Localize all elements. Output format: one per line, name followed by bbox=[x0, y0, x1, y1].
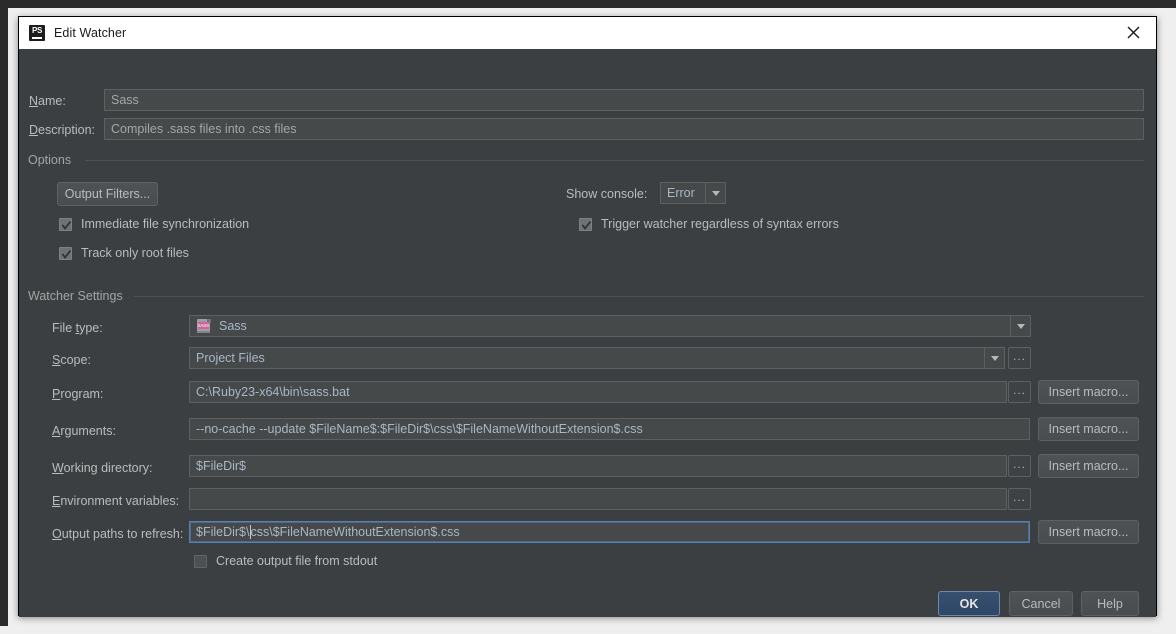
phpstorm-icon: PS bbox=[29, 24, 45, 41]
working-directory-input[interactable]: $FileDir$ bbox=[189, 455, 1007, 477]
chevron-down-icon bbox=[990, 355, 999, 361]
checkbox-box-trigger-regardless bbox=[579, 217, 592, 231]
arguments-label: Arguments: bbox=[52, 424, 116, 438]
dialog-titlebar: PS Edit Watcher bbox=[19, 17, 1156, 49]
scope-dropdown-arrow[interactable] bbox=[984, 347, 1005, 369]
desktop-backdrop: PS Edit Watcher Name: Sass Description: … bbox=[0, 0, 1176, 634]
options-group-divider bbox=[85, 160, 1144, 161]
scope-select-value[interactable]: Project Files bbox=[189, 347, 984, 369]
scope-browse-button[interactable]: ... bbox=[1008, 347, 1031, 369]
watcher-settings-group-title: Watcher Settings bbox=[28, 289, 130, 303]
trigger-regardless-label: Trigger watcher regardless of syntax err… bbox=[601, 217, 839, 231]
output-paths-value-after-caret: css\$FileNameWithoutExtension$.css bbox=[250, 525, 460, 539]
show-console-dropdown-arrow[interactable] bbox=[705, 182, 726, 204]
environment-variables-label: Environment variables: bbox=[52, 494, 180, 508]
description-label: Description: bbox=[29, 123, 96, 137]
edit-watcher-dialog: PS Edit Watcher Name: Sass Description: … bbox=[18, 16, 1157, 617]
file-type-dropdown-arrow[interactable] bbox=[1010, 315, 1031, 337]
show-console-select-value[interactable]: Error bbox=[660, 182, 705, 204]
checkbox-box-immediate-sync bbox=[59, 217, 72, 231]
immediate-file-sync-label: Immediate file synchronization bbox=[81, 217, 250, 231]
environment-variables-input[interactable] bbox=[189, 488, 1007, 510]
output-paths-label: Output paths to refresh: bbox=[52, 527, 184, 541]
scope-label: Scope: bbox=[52, 353, 91, 367]
working-directory-label: Working directory: bbox=[52, 461, 153, 475]
working-directory-insert-macro-button[interactable]: Insert macro... bbox=[1038, 454, 1139, 478]
program-insert-macro-button[interactable]: Insert macro... bbox=[1038, 380, 1139, 404]
output-paths-value-before-caret: $FileDir$\ bbox=[196, 525, 250, 539]
program-input[interactable]: C:\Ruby23-x64\bin\sass.bat bbox=[189, 381, 1007, 403]
program-label: Program: bbox=[52, 387, 104, 401]
arguments-input[interactable]: --no-cache --update $FileName$:$FileDir$… bbox=[189, 418, 1030, 440]
name-input[interactable]: Sass bbox=[104, 89, 1144, 111]
output-filters-button[interactable]: Output Filters... bbox=[57, 182, 158, 206]
create-output-from-stdout-label: Create output file from stdout bbox=[216, 554, 378, 568]
arguments-insert-macro-button[interactable]: Insert macro... bbox=[1038, 417, 1139, 441]
chevron-down-icon bbox=[711, 190, 720, 196]
watcher-settings-group-divider bbox=[134, 296, 1144, 297]
ok-button[interactable]: OK bbox=[938, 591, 1000, 616]
create-output-from-stdout-checkbox[interactable]: Create output file from stdout bbox=[194, 554, 377, 568]
checkbox-box-create-output-stdout bbox=[194, 554, 207, 568]
immediate-file-sync-checkbox[interactable]: Immediate file synchronization bbox=[59, 217, 249, 231]
file-type-label: File type: bbox=[52, 321, 103, 335]
text-cursor bbox=[249, 525, 251, 539]
help-button[interactable]: Help bbox=[1081, 591, 1139, 616]
trigger-regardless-checkbox[interactable]: Trigger watcher regardless of syntax err… bbox=[579, 217, 839, 231]
cancel-button[interactable]: Cancel bbox=[1009, 591, 1073, 616]
options-group-title: Options bbox=[28, 153, 79, 167]
dialog-title: Edit Watcher bbox=[54, 25, 127, 40]
working-directory-browse-button[interactable]: ... bbox=[1008, 455, 1031, 477]
checkbox-box-track-root bbox=[59, 246, 72, 260]
file-type-select[interactable]: SASS Sass bbox=[189, 315, 1010, 337]
output-paths-insert-macro-button[interactable]: Insert macro... bbox=[1038, 520, 1139, 544]
file-type-value: Sass bbox=[219, 319, 247, 333]
show-console-label: Show console: bbox=[566, 187, 648, 201]
track-only-root-files-label: Track only root files bbox=[81, 246, 189, 260]
sass-file-icon: SASS bbox=[196, 318, 212, 334]
program-browse-button[interactable]: ... bbox=[1008, 381, 1031, 403]
output-paths-input[interactable]: $FileDir$\ css\$FileNameWithoutExtension$… bbox=[189, 521, 1030, 543]
description-input[interactable]: Compiles .sass files into .css files bbox=[104, 118, 1144, 140]
chevron-down-icon bbox=[1016, 323, 1025, 329]
close-icon[interactable] bbox=[1110, 17, 1156, 48]
dialog-content: Name: Sass Description: Compiles .sass f… bbox=[19, 49, 1156, 617]
name-label: Name: bbox=[29, 94, 66, 108]
track-only-root-files-checkbox[interactable]: Track only root files bbox=[59, 246, 189, 260]
environment-variables-browse-button[interactable]: ... bbox=[1008, 488, 1031, 510]
